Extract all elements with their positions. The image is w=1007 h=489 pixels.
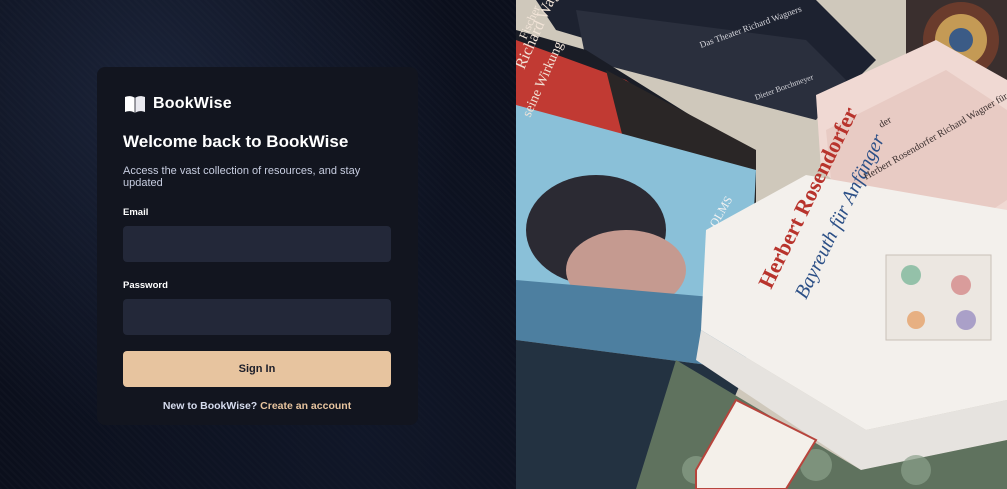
password-field[interactable] bbox=[123, 299, 391, 335]
login-card: BookWise Welcome back to BookWise Access… bbox=[97, 67, 418, 425]
sign-in-button[interactable]: Sign In bbox=[123, 351, 391, 387]
brand-name: BookWise bbox=[153, 95, 232, 112]
page-title: Welcome back to BookWise bbox=[123, 132, 349, 151]
email-field[interactable] bbox=[123, 226, 391, 262]
page-subtitle: Access the vast collection of resources,… bbox=[123, 165, 361, 189]
email-label: Email bbox=[123, 207, 149, 218]
brand-logo: BookWise bbox=[123, 93, 392, 115]
open-book-icon bbox=[125, 96, 145, 113]
create-account-link[interactable]: Create an account bbox=[260, 400, 351, 412]
books-photo: Herbert Rosendorfer Bayreuth für Anfänge… bbox=[516, 0, 1007, 489]
signup-prompt: New to BookWise? Create an account bbox=[123, 400, 391, 412]
password-label: Password bbox=[123, 280, 168, 291]
signup-prompt-text: New to BookWise? bbox=[162, 400, 261, 412]
hero-image: Herbert Rosendorfer Bayreuth für Anfänge… bbox=[516, 0, 1007, 489]
login-pane: BookWise Welcome back to BookWise Access… bbox=[0, 0, 516, 489]
